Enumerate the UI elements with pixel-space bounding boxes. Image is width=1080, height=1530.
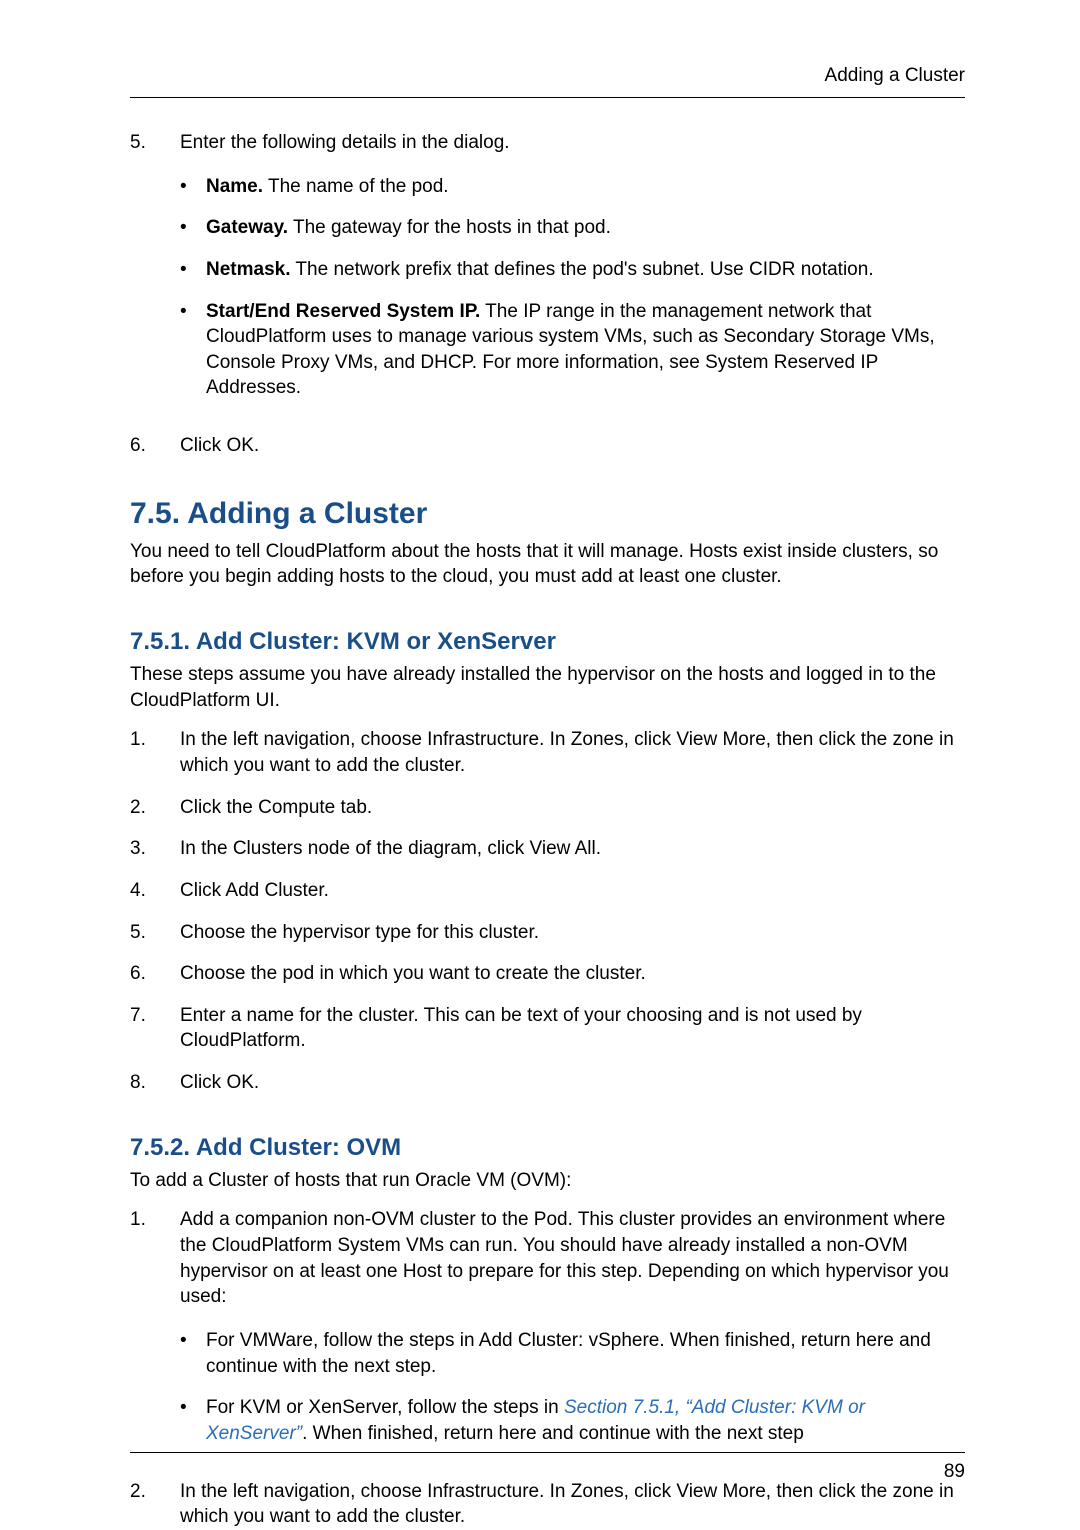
section-7-5-intro: You need to tell CloudPlatform about the… (130, 539, 965, 590)
page-number: 89 (944, 1461, 965, 1482)
step-3: 3. In the Clusters node of the diagram, … (130, 836, 965, 862)
field-label: Netmask. (206, 259, 291, 280)
page-footer: 89 (130, 1452, 965, 1483)
field-desc: The network prefix that defines the pod'… (291, 259, 874, 280)
running-header: Adding a Cluster (130, 65, 965, 98)
page-container: Adding a Cluster 5. Enter the following … (0, 0, 1080, 1527)
step-text: Click OK. (180, 435, 259, 456)
field-label: Name. (206, 176, 263, 197)
step-5: 5. Enter the following details in the di… (130, 130, 965, 417)
bullet-icon: • (180, 1395, 206, 1446)
step-2: 2. Click the Compute tab. (130, 795, 965, 821)
option-text-post: . When finished, return here and continu… (302, 1423, 804, 1444)
step-number: 6. (130, 433, 180, 459)
step-text: Choose the hypervisor type for this clus… (180, 920, 965, 946)
step-number: 5. (130, 920, 180, 946)
section-7-5-2-intro: To add a Cluster of hosts that run Oracl… (130, 1168, 965, 1194)
field-text: Name. The name of the pod. (206, 174, 965, 200)
field-gateway: • Gateway. The gateway for the hosts in … (180, 215, 965, 241)
step-8: 8. Click OK. (130, 1070, 965, 1096)
option-text: For VMWare, follow the steps in Add Clus… (206, 1328, 965, 1379)
step-text: Click the Compute tab. (180, 795, 965, 821)
step-text: In the left navigation, choose Infrastru… (180, 727, 965, 778)
step-number: 4. (130, 878, 180, 904)
option-text-pre: For KVM or XenServer, follow the steps i… (206, 1397, 564, 1418)
step-text: Click OK. (180, 1070, 965, 1096)
step-7: 7. Enter a name for the cluster. This ca… (130, 1003, 965, 1054)
field-netmask: • Netmask. The network prefix that defin… (180, 257, 965, 283)
pod-dialog-fields: • Name. The name of the pod. • Gateway. … (180, 174, 965, 401)
option-vmware: • For VMWare, follow the steps in Add Cl… (180, 1328, 965, 1379)
field-label: Gateway. (206, 217, 288, 238)
section-7-5-2-title: 7.5.2. Add Cluster: OVM (130, 1134, 965, 1162)
kvm-xen-steps: 1. In the left navigation, choose Infras… (130, 727, 965, 1095)
step-4: 4. Click Add Cluster. (130, 878, 965, 904)
pod-dialog-steps: 5. Enter the following details in the di… (130, 130, 965, 459)
step-text: Click Add Cluster. (180, 878, 965, 904)
step-text: Choose the pod in which you want to crea… (180, 961, 965, 987)
field-desc: The name of the pod. (263, 176, 449, 197)
step-body: Add a companion non-OVM cluster to the P… (180, 1207, 965, 1462)
step-number: 2. (130, 1479, 180, 1530)
section-7-5-1-title: 7.5.1. Add Cluster: KVM or XenServer (130, 628, 965, 656)
section-7-5-1-intro: These steps assume you have already inst… (130, 662, 965, 713)
step-5: 5. Choose the hypervisor type for this c… (130, 920, 965, 946)
option-kvm-xen: • For KVM or XenServer, follow the steps… (180, 1395, 965, 1446)
step-number: 2. (130, 795, 180, 821)
step-1: 1. In the left navigation, choose Infras… (130, 727, 965, 778)
step-2: 2. In the left navigation, choose Infras… (130, 1479, 965, 1530)
bullet-icon: • (180, 299, 206, 402)
step-body: Click OK. (180, 433, 965, 459)
step-number: 5. (130, 130, 180, 417)
field-label: Start/End Reserved System IP. (206, 301, 480, 322)
field-name: • Name. The name of the pod. (180, 174, 965, 200)
step-text: Enter the following details in the dialo… (180, 132, 510, 153)
step-text: Enter a name for the cluster. This can b… (180, 1003, 965, 1054)
step-text: In the left navigation, choose Infrastru… (180, 1479, 965, 1530)
field-text: Gateway. The gateway for the hosts in th… (206, 215, 965, 241)
step-number: 8. (130, 1070, 180, 1096)
step-6: 6. Choose the pod in which you want to c… (130, 961, 965, 987)
field-reserved-ip: • Start/End Reserved System IP. The IP r… (180, 299, 965, 402)
step-body: Enter the following details in the dialo… (180, 130, 965, 417)
step-number: 1. (130, 1207, 180, 1462)
option-text: For KVM or XenServer, follow the steps i… (206, 1395, 965, 1446)
bullet-icon: • (180, 257, 206, 283)
bullet-icon: • (180, 174, 206, 200)
step-text: Add a companion non-OVM cluster to the P… (180, 1209, 949, 1307)
bullet-icon: • (180, 215, 206, 241)
step-text: In the Clusters node of the diagram, cli… (180, 836, 965, 862)
step-number: 3. (130, 836, 180, 862)
step-6: 6. Click OK. (130, 433, 965, 459)
bullet-icon: • (180, 1328, 206, 1379)
step-number: 7. (130, 1003, 180, 1054)
ovm-hypervisor-options: • For VMWare, follow the steps in Add Cl… (180, 1328, 965, 1447)
step-number: 6. (130, 961, 180, 987)
field-text: Start/End Reserved System IP. The IP ran… (206, 299, 965, 402)
step-1: 1. Add a companion non-OVM cluster to th… (130, 1207, 965, 1462)
step-number: 1. (130, 727, 180, 778)
field-desc: The gateway for the hosts in that pod. (288, 217, 611, 238)
section-7-5-title: 7.5. Adding a Cluster (130, 497, 965, 531)
field-text: Netmask. The network prefix that defines… (206, 257, 965, 283)
